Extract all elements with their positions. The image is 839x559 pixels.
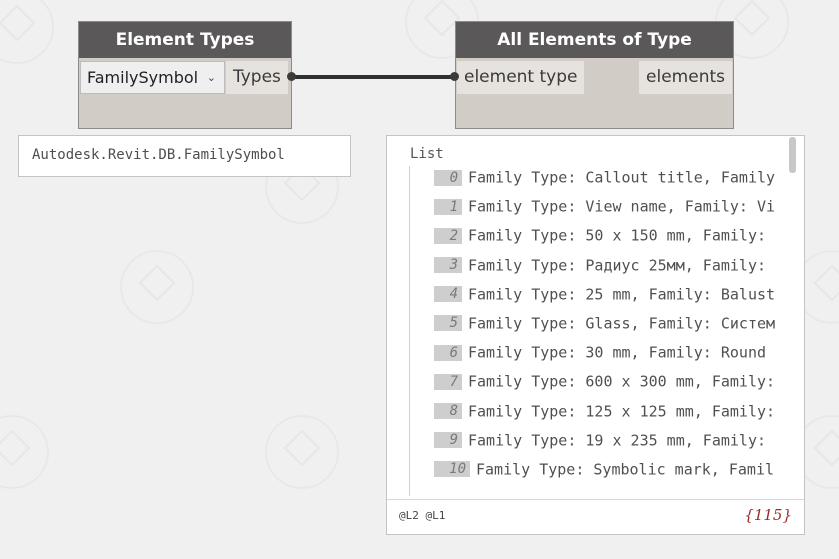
- list-title: List: [410, 146, 444, 162]
- list-item-text: Family Type: 19 x 235 mm, Family:: [468, 431, 767, 450]
- list-item-index: 7: [434, 373, 462, 390]
- output-port-types[interactable]: Types: [226, 61, 288, 94]
- preview-value: Autodesk.Revit.DB.FamilySymbol: [32, 147, 285, 163]
- list-item[interactable]: 6 Family Type: 30 mm, Family: Round: [434, 343, 786, 372]
- element-type-dropdown[interactable]: FamilySymbol ⌄: [80, 61, 225, 94]
- list-item[interactable]: 9 Family Type: 19 x 235 mm, Family:: [434, 431, 786, 460]
- list-item[interactable]: 10 Family Type: Symbolic mark, Famil: [434, 460, 786, 489]
- dropdown-value: FamilySymbol: [87, 68, 199, 87]
- list-item-text: Family Type: 50 x 150 mm, Family:: [468, 226, 767, 245]
- element-types-preview: Autodesk.Revit.DB.FamilySymbol: [18, 135, 351, 177]
- list-item-index: 4: [434, 286, 462, 303]
- list-item-text: Family Type: Symbolic mark, Famil: [476, 460, 775, 479]
- list-item[interactable]: 0 Family Type: Callout title, Family: [434, 168, 786, 197]
- list-item-index: 8: [434, 403, 462, 419]
- node-title: All Elements of Type: [456, 22, 733, 58]
- output-port-dot[interactable]: [287, 72, 296, 81]
- list-item-text: Family Type: 600 x 300 mm, Family:: [468, 372, 776, 391]
- list-item[interactable]: 5 Family Type: Glass, Family: Систем: [434, 314, 786, 343]
- list-item-text: Family Type: Радиус 25мм, Family:: [468, 256, 767, 275]
- item-count: {115}: [744, 506, 792, 524]
- list-levels[interactable]: @L2 @L1: [399, 509, 445, 522]
- list-item[interactable]: 8 Family Type: 125 x 125 mm, Family:: [434, 402, 786, 431]
- list-item-index: 10: [434, 461, 470, 478]
- list-tree-rail: [409, 166, 410, 496]
- list-item[interactable]: 7 Family Type: 600 x 300 mm, Family:: [434, 372, 786, 401]
- list-item-text: Family Type: Glass, Family: Систем: [468, 314, 776, 333]
- all-elements-of-type-node[interactable]: All Elements of Type element type elemen…: [455, 21, 734, 129]
- list-item[interactable]: 2 Family Type: 50 x 150 mm, Family:: [434, 226, 786, 255]
- list-item-index: 0: [434, 169, 462, 186]
- input-port-dot[interactable]: [450, 72, 459, 81]
- list-item-index: 6: [434, 344, 462, 361]
- input-port-element-type[interactable]: element type: [457, 61, 585, 94]
- chevron-down-icon: ⌄: [206, 71, 216, 84]
- watch-preview-panel[interactable]: List 0 Family Type: Callout title, Family…: [386, 135, 805, 535]
- scrollbar-thumb[interactable]: [789, 137, 796, 173]
- list-item-index: 5: [434, 315, 462, 332]
- list-item-text: Family Type: View name, Family: Vi: [468, 197, 776, 216]
- list-item-text: Family Type: 25 mm, Family: Balust: [468, 285, 776, 304]
- preview-footer: @L2 @L1 {115}: [387, 499, 804, 534]
- list-item-index: 2: [434, 227, 462, 244]
- node-title: Element Types: [79, 22, 291, 58]
- output-port-elements[interactable]: elements: [639, 61, 732, 94]
- element-types-node[interactable]: Element Types FamilySymbol ⌄ Types: [78, 21, 292, 129]
- list-item-text: Family Type: Callout title, Family: [468, 168, 776, 187]
- list-item-index: 9: [434, 432, 462, 449]
- list-item[interactable]: 1 Family Type: View name, Family: Vi: [434, 197, 786, 226]
- list-item-index: 1: [434, 198, 462, 215]
- list-items[interactable]: 0 Family Type: Callout title, Family 1 Fami…: [434, 168, 786, 498]
- list-item-text: Family Type: 30 mm, Family: Round: [468, 343, 767, 362]
- list-item[interactable]: 4 Family Type: 25 mm, Family: Balust: [434, 285, 786, 314]
- list-item[interactable]: 3 Family Type: Радиус 25мм, Family:: [434, 256, 786, 285]
- list-item-text: Family Type: 125 x 125 mm, Family:: [468, 402, 776, 420]
- list-item-index: 3: [434, 257, 462, 274]
